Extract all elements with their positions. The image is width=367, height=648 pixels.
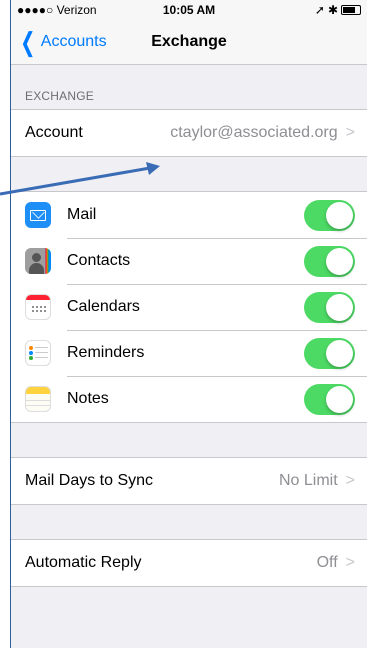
auto-reply-group: Automatic Reply Off >	[11, 539, 367, 587]
sync-row-reminders: Reminders	[11, 330, 367, 376]
auto-reply-value: Off	[316, 554, 338, 571]
toggle-knob	[326, 385, 353, 413]
sync-label-calendars: Calendars	[67, 298, 140, 315]
sync-label-mail: Mail	[67, 206, 97, 223]
account-value: ctaylor@associated.org	[170, 124, 338, 141]
page-title: Exchange	[151, 33, 227, 50]
status-icons: ➚ ✱	[315, 3, 361, 17]
toggle-knob	[326, 247, 353, 275]
account-label: Account	[25, 124, 83, 141]
mail-icon	[25, 202, 51, 228]
calendars-toggle[interactable]	[304, 291, 355, 323]
auto-reply-row[interactable]: Automatic Reply Off >	[11, 540, 367, 586]
mail-days-row[interactable]: Mail Days to Sync No Limit >	[11, 458, 367, 504]
sync-row-calendars: Calendars	[11, 284, 367, 330]
chevron-right-icon: >	[345, 472, 355, 489]
reminders-icon	[25, 340, 51, 366]
toggle-knob	[326, 339, 353, 367]
contacts-icon	[25, 248, 51, 274]
carrier-signal: ●●●●○ Verizon	[17, 3, 97, 17]
mail-days-label: Mail Days to Sync	[25, 472, 154, 489]
auto-reply-label: Automatic Reply	[25, 554, 142, 571]
notes-toggle[interactable]	[304, 383, 355, 415]
navigation-bar: ❮ Accounts Exchange	[11, 20, 367, 65]
settings-screen: ●●●●○ Verizon 10:05 AM ➚ ✱ ❮ Accounts Ex…	[10, 0, 367, 648]
mail-days-group: Mail Days to Sync No Limit >	[11, 457, 367, 505]
sync-row-mail: Mail	[11, 192, 367, 238]
sync-label-notes: Notes	[67, 390, 109, 407]
calendars-icon	[25, 294, 51, 320]
chevron-left-icon: ❮	[20, 27, 36, 57]
notes-icon	[25, 386, 51, 412]
location-icon: ➚	[314, 3, 325, 17]
sync-group: Mail Contacts Calendars Reminders Notes	[11, 191, 367, 423]
toggle-knob	[326, 293, 353, 321]
section-header-exchange: EXCHANGE	[25, 89, 94, 103]
sync-row-contacts: Contacts	[11, 238, 367, 284]
bluetooth-icon: ✱	[327, 3, 338, 17]
sync-row-notes: Notes	[11, 376, 367, 422]
chevron-right-icon: >	[345, 124, 355, 141]
back-label: Accounts	[40, 33, 107, 50]
back-button[interactable]: ❮ Accounts	[17, 20, 107, 64]
sync-label-contacts: Contacts	[67, 252, 131, 269]
toggle-knob	[326, 201, 353, 229]
mail-toggle[interactable]	[304, 199, 355, 231]
chevron-right-icon: >	[345, 554, 355, 571]
status-bar: ●●●●○ Verizon 10:05 AM ➚ ✱	[11, 0, 367, 20]
account-group: Account ctaylor@associated.org >	[11, 109, 367, 157]
battery-icon	[341, 5, 361, 15]
account-row[interactable]: Account ctaylor@associated.org >	[11, 110, 367, 156]
mail-days-value: No Limit	[278, 472, 338, 489]
sync-label-reminders: Reminders	[67, 344, 145, 361]
reminders-toggle[interactable]	[304, 337, 355, 369]
contacts-toggle[interactable]	[304, 245, 355, 277]
